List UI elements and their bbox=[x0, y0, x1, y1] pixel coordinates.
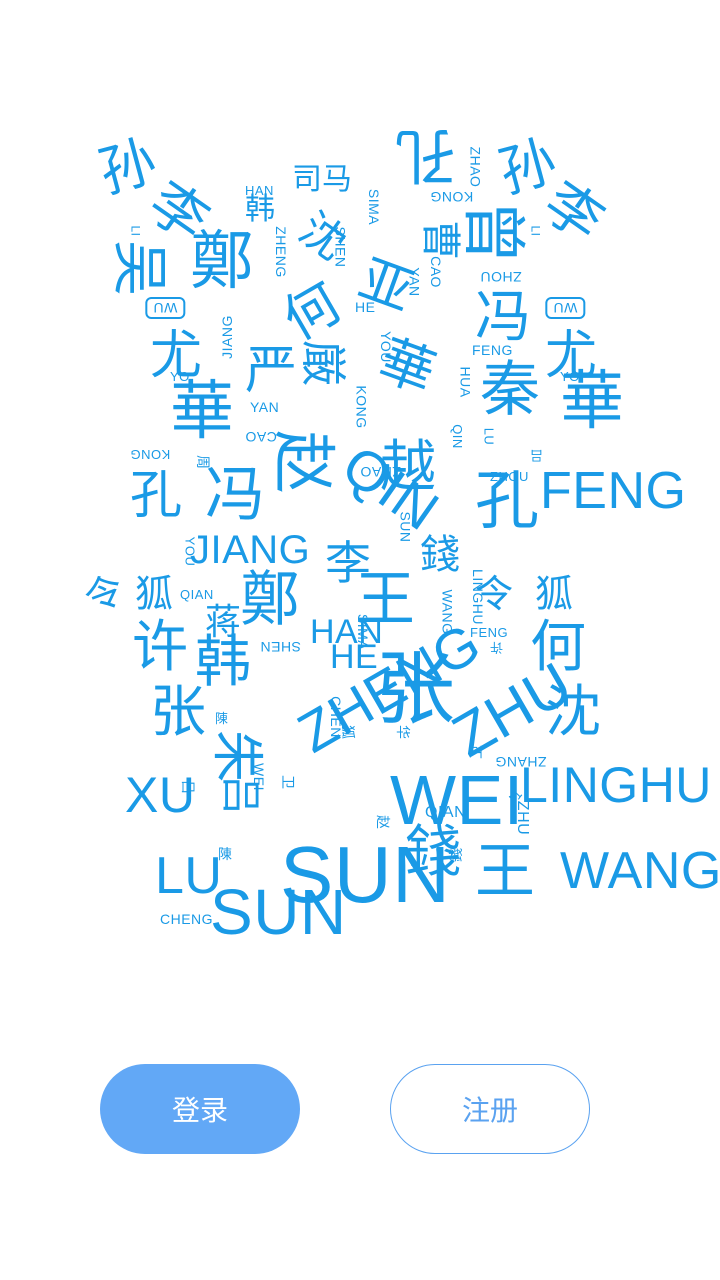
cloud-word-pinyin: LINGHU bbox=[469, 569, 486, 625]
cloud-word-hanzi: 狐 bbox=[135, 572, 174, 616]
cloud-word-hanzi: 錢 bbox=[420, 532, 460, 578]
cloud-word-hanzi: 吴 bbox=[106, 240, 171, 296]
cloud-word-pinyin: SHEN bbox=[332, 226, 349, 268]
cloud-word-hanzi: 卫 bbox=[279, 775, 295, 789]
cloud-word-hanzi: 许 bbox=[132, 615, 188, 680]
cloud-word-hanzi: 狐 bbox=[535, 572, 574, 616]
cloud-word-pinyin: JIANG bbox=[190, 528, 311, 572]
cloud-word-hanzi: 韩 bbox=[245, 192, 275, 227]
cloud-word-pinyin: WANG bbox=[560, 842, 720, 900]
cloud-word-pinyin: ZHENG bbox=[272, 226, 289, 278]
cloud-word-hanzi: 鄭 bbox=[190, 225, 254, 299]
cloud-word-hanzi: 赵 bbox=[265, 430, 339, 494]
cloud-word-pinyin: SIMA bbox=[366, 188, 383, 226]
cloud-word-pinyin: YAN bbox=[250, 399, 280, 415]
cloud-word-pinyin: HE bbox=[355, 299, 376, 315]
cloud-word-hanzi: 司马 bbox=[292, 162, 352, 197]
cloud-word-hanzi: 华 bbox=[394, 725, 410, 739]
cloud-word-pinyin: XU bbox=[125, 767, 196, 823]
cloud-word-hanzi: 王 bbox=[475, 837, 535, 907]
cloud-word-pinyin: SUN bbox=[397, 511, 414, 543]
cloud-word-hanzi: 卫 bbox=[469, 745, 485, 759]
cloud-word-pinyin: CAO bbox=[427, 256, 444, 288]
cloud-word-hanzi: 厳 bbox=[296, 340, 350, 386]
cloud-word-pinyin: LI bbox=[528, 225, 543, 237]
cloud-word-hanzi: 严 bbox=[245, 341, 298, 401]
cloud-word-hanzi: 曹 bbox=[417, 220, 463, 260]
cloud-word-hanzi: 陳 bbox=[218, 847, 232, 863]
cloud-word-pinyin: ZHU bbox=[514, 800, 532, 836]
cloud-word-pinyin: QIN bbox=[449, 424, 465, 449]
cloud-word-hanzi: 孙 bbox=[92, 128, 164, 207]
cloud-word-pinyin: CHENG bbox=[160, 911, 214, 927]
cloud-word-hanzi: 冯 bbox=[205, 460, 265, 530]
cloud-word-pinyin: SUN bbox=[210, 876, 347, 948]
cloud-word-hanzi: 何 bbox=[272, 270, 351, 353]
cloud-word-pinyin: KONG bbox=[353, 385, 370, 429]
cloud-word-hanzi: 吕 bbox=[530, 447, 544, 462]
cloud-word-hanzi: 呂 bbox=[179, 780, 195, 794]
surname-word-cloud-logo: 孙李孔孙李韩司马 HAN SIMA ZHAO KONG LI LI 吴鄭沈何亚曹曾 WU WU ZH… bbox=[0, 0, 720, 1000]
cloud-word-hanzi: 孔 bbox=[395, 120, 455, 190]
cloud-word-pinyin: KONG bbox=[130, 447, 171, 462]
cloud-word-hanzi: 冯 bbox=[475, 285, 531, 350]
cloud-word-pinyin: ZHAO bbox=[360, 464, 401, 480]
cloud-word-hanzi: 曾 bbox=[455, 200, 529, 264]
cloud-word-pinyin: QIAN bbox=[425, 804, 467, 821]
cloud-word-hanzi: 孔 bbox=[130, 466, 183, 526]
cloud-word-hanzi: 陳 bbox=[215, 712, 229, 727]
cloud-word-pinyin: SHEN bbox=[260, 639, 301, 655]
cloud-word-hanzi: 錢 bbox=[449, 848, 465, 862]
cloud-word-pinyin: WU bbox=[145, 297, 186, 319]
cloud-word-pinyin: WU bbox=[545, 297, 586, 319]
cloud-word-hanzi: 许 bbox=[490, 639, 504, 654]
cloud-word-hanzi: 鄭 bbox=[240, 565, 300, 635]
cloud-word-pinyin: LU bbox=[481, 427, 497, 446]
cloud-word-hanzi: 狐 bbox=[339, 725, 355, 739]
cloud-word-pinyin: WEI bbox=[250, 763, 267, 791]
cloud-word-hanzi: 秦 bbox=[480, 355, 540, 425]
cloud-word-hanzi: 華 bbox=[170, 375, 234, 449]
cloud-word-pinyin: HUA bbox=[457, 366, 474, 398]
splash-screen: 孙李孔孙李韩司马 HAN SIMA ZHAO KONG LI LI 吴鄭沈何亚曹曾 WU WU ZH… bbox=[0, 0, 720, 1280]
cloud-word-pinyin: FENG bbox=[470, 625, 509, 640]
cloud-word-pinyin: LINGHU bbox=[520, 757, 712, 813]
login-button-label: 登录 bbox=[171, 1094, 228, 1127]
cloud-word-pinyin: LI bbox=[128, 225, 143, 237]
cloud-word-pinyin: QIAN bbox=[180, 587, 214, 602]
cloud-word-hanzi: 张 bbox=[150, 680, 206, 745]
cloud-word-pinyin: ZHOU bbox=[490, 469, 529, 484]
cloud-word-hanzi: 赵 bbox=[374, 815, 390, 829]
cloud-word-pinyin: FENG bbox=[540, 462, 687, 520]
cloud-word-hanzi: 令 bbox=[78, 566, 130, 622]
register-button-label: 注册 bbox=[461, 1094, 518, 1127]
cloud-word-pinyin: HAN bbox=[245, 183, 274, 198]
login-button[interactable]: 登录 bbox=[100, 1064, 300, 1154]
cloud-word-pinyin: ZHOU bbox=[480, 269, 522, 285]
cloud-word-pinyin: YAN bbox=[406, 267, 423, 297]
cloud-word-hanzi: 華 bbox=[560, 365, 624, 439]
cloud-word-pinyin: JIANG bbox=[218, 315, 235, 359]
cloud-word-pinyin: ZHAO bbox=[467, 146, 484, 188]
register-button[interactable]: 注册 bbox=[390, 1064, 590, 1154]
